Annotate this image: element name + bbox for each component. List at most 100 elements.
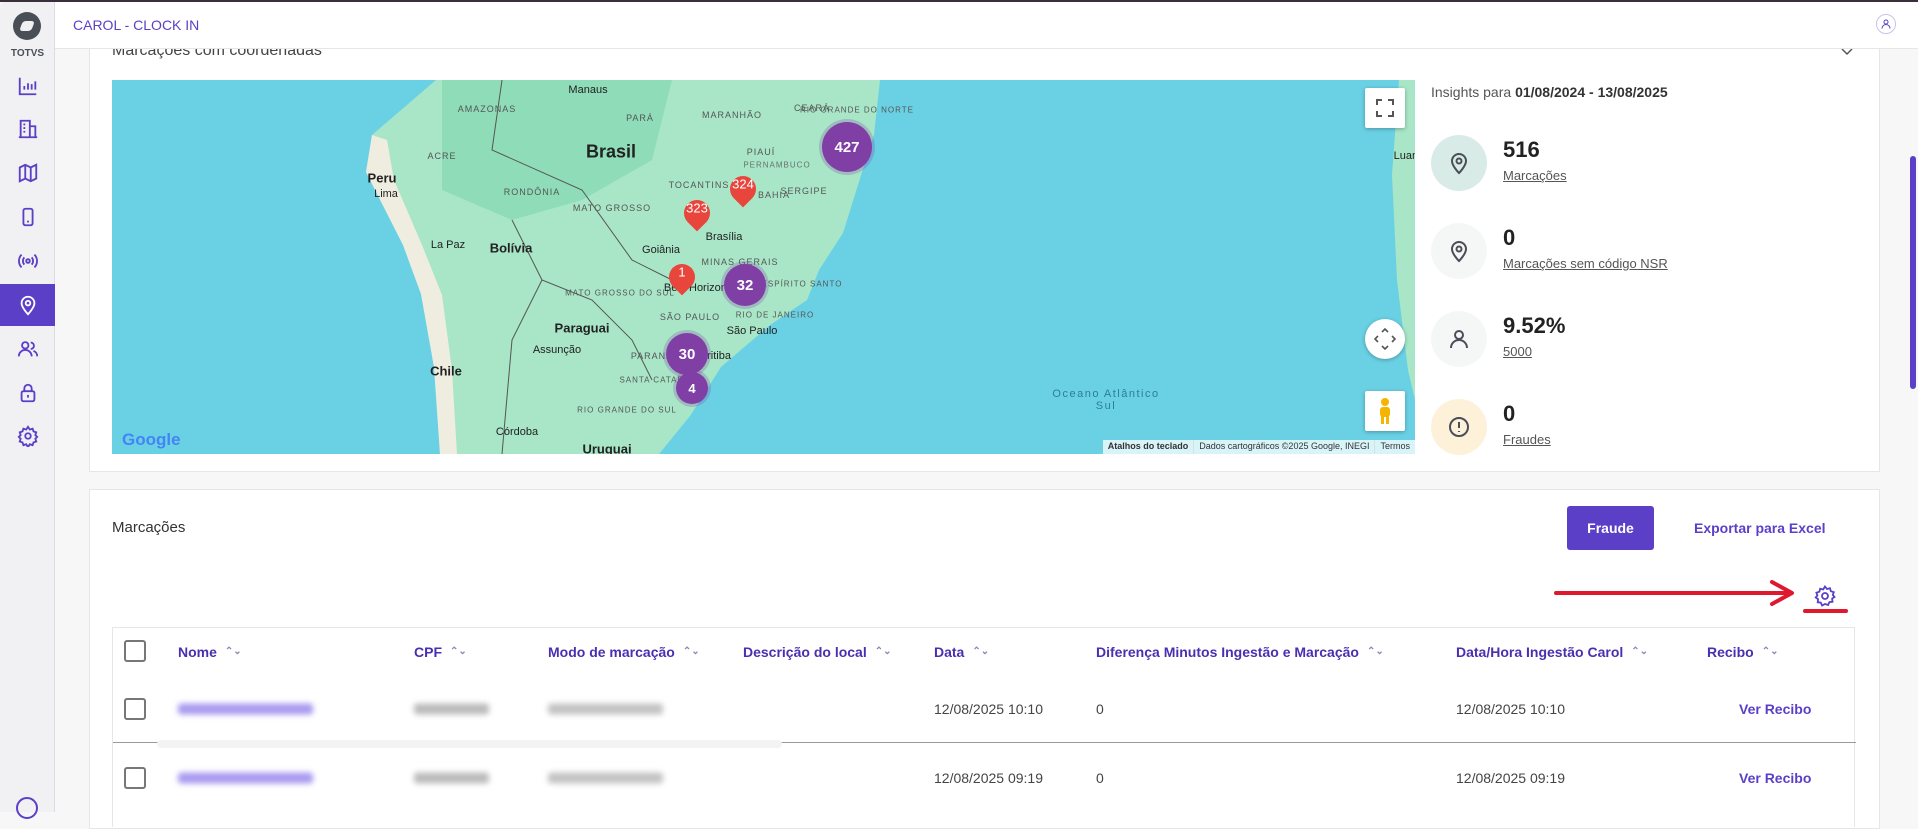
sidebar-item-devices[interactable] [0, 196, 55, 238]
map-label: São Paulo [726, 325, 778, 337]
map-cluster[interactable]: 32 [724, 264, 766, 306]
map-label: MATO GROSSO DO SUL [565, 288, 675, 298]
broadcast-icon [17, 253, 38, 269]
map-label: Brasil [585, 141, 637, 162]
camera-control-button[interactable] [1365, 319, 1405, 359]
map-label: RONDÔNIA [503, 187, 561, 197]
sidebar-item-dashboard[interactable] [0, 65, 55, 107]
sidebar-item-settings[interactable] [0, 415, 55, 457]
sidebar-item-signal[interactable] [0, 240, 55, 282]
map-label: SERGIPE [780, 186, 828, 196]
building-icon [18, 119, 37, 139]
column-header-diferenca[interactable]: Diferença Minutos Ingestão e Marcação ⌃⌄ [1096, 628, 1384, 675]
insight-icon-circle [1431, 135, 1487, 191]
sort-icon: ⌃⌄ [874, 646, 892, 657]
marcacoes-title: Marcações [112, 519, 186, 536]
map-label: Chile [430, 363, 462, 379]
pegman-icon [1380, 398, 1390, 424]
export-excel-button[interactable]: Exportar para Excel [1680, 506, 1840, 550]
table-settings-gear-icon[interactable] [1813, 584, 1837, 608]
insight-link[interactable]: 5000 [1503, 344, 1532, 359]
cell-data: 12/08/2025 09:19 [934, 770, 1043, 786]
map-cluster[interactable]: 4 [676, 372, 708, 404]
blurred-name[interactable] [178, 703, 313, 715]
ver-recibo-link[interactable]: Ver Recibo [1739, 701, 1811, 717]
column-header-nome[interactable]: Nome ⌃⌄ [178, 628, 242, 675]
cell-ingestao: 12/08/2025 10:10 [1456, 701, 1565, 717]
sidebar-item-map[interactable] [0, 152, 55, 194]
fullscreen-button[interactable] [1365, 88, 1405, 128]
move-arrows-icon [1374, 328, 1396, 350]
location-pin-icon [1450, 153, 1468, 175]
select-all-checkbox[interactable] [124, 640, 146, 662]
blurred-cpf [414, 703, 489, 715]
sort-icon: ⌃⌄ [1631, 646, 1649, 657]
row-checkbox[interactable] [124, 767, 146, 789]
insight-value: 9.52% [1503, 313, 1566, 338]
map-label: PARÁ [626, 113, 654, 123]
insight-link[interactable]: Marcações [1503, 168, 1567, 183]
sort-icon: ⌃⌄ [224, 646, 242, 657]
sort-icon: ⌃⌄ [450, 646, 467, 657]
column-header-ingestao[interactable]: Data/Hora Ingestão Carol ⌃⌄ [1456, 628, 1648, 675]
column-header-descricao[interactable]: Descrição do local ⌃⌄ [743, 628, 891, 675]
insight-link[interactable]: Fraudes [1503, 432, 1551, 447]
column-label: Data/Hora Ingestão Carol [1456, 643, 1624, 660]
insight-icon-circle [1431, 311, 1487, 367]
map-label: Paraguai [554, 320, 610, 336]
column-label: Modo de marcação [548, 643, 675, 660]
page-scrollbar[interactable] [1910, 156, 1916, 389]
column-header-modo[interactable]: Modo de marcação ⌃⌄ [548, 628, 700, 675]
map-cluster[interactable]: 427 [822, 122, 872, 172]
map-cluster[interactable]: 30 [666, 333, 708, 375]
ver-recibo-link[interactable]: Ver Recibo [1739, 770, 1811, 786]
insight-icon-circle [1431, 223, 1487, 279]
keyboard-shortcuts-link[interactable]: Atalhos do teclado [1103, 440, 1194, 454]
column-header-recibo[interactable]: Recibo ⌃⌄ [1707, 628, 1778, 675]
totvs-logo-icon[interactable] [13, 12, 41, 40]
map-label: Uruguai [582, 441, 632, 455]
marcacoes-table: Nome ⌃⌄ CPF ⌃⌄ Modo de marcação ⌃⌄ Descriçã… [112, 627, 1856, 827]
map[interactable]: Manaus AMAZONAS PARÁ MARANHÃO CEARÁ RIO … [112, 80, 1415, 454]
column-header-cpf[interactable]: CPF ⌃⌄ [414, 628, 467, 675]
sidebar-item-security[interactable] [0, 372, 55, 414]
sidebar-item-locations[interactable] [0, 284, 55, 326]
map-label: Manaus [568, 84, 608, 96]
column-header-data[interactable]: Data ⌃⌄ [934, 628, 989, 675]
cell-diferenca: 0 [1096, 701, 1104, 717]
column-label: Data [934, 643, 965, 660]
insight-value: 0 [1503, 225, 1516, 250]
cell-ingestao: 12/08/2025 09:19 [1456, 770, 1565, 786]
cell-data: 12/08/2025 10:10 [934, 701, 1043, 717]
sort-icon: ⌃⌄ [972, 646, 990, 657]
column-label: CPF [414, 643, 442, 660]
column-label: Nome [178, 643, 217, 660]
map-label: RIO GRANDE DO SUL [577, 405, 677, 415]
map-label: Bolívia [489, 240, 533, 256]
map-label: Peru [367, 170, 397, 186]
map-label: Brasília [705, 231, 743, 243]
insight-sem-nsr: 0 Marcações sem código NSR [1431, 223, 1851, 283]
map-label: Luanda [1393, 150, 1415, 162]
blurred-name[interactable] [178, 772, 313, 784]
map-label: MARANHÃO [701, 110, 763, 120]
column-label: Descrição do local [743, 643, 867, 660]
map-label: MATO GROSSO [572, 203, 652, 213]
insight-percentage: 9.52% 5000 [1431, 311, 1851, 371]
street-view-pegman[interactable] [1365, 391, 1405, 431]
expand-sidebar-button[interactable] [16, 797, 38, 819]
user-avatar[interactable] [1876, 14, 1896, 34]
sidebar-item-users[interactable] [0, 328, 55, 370]
insights-title: Insights para 01/08/2024 - 13/08/2025 [1431, 84, 1668, 100]
map-label: RIO GRANDE DO NORTE [800, 105, 914, 115]
sort-icon: ⌃⌄ [1366, 646, 1384, 657]
insight-icon-circle [1431, 399, 1487, 455]
blurred-modo [548, 772, 663, 784]
fraude-button[interactable]: Fraude [1567, 506, 1654, 550]
sidebar-item-companies[interactable] [0, 108, 55, 150]
insight-link[interactable]: Marcações sem código NSR [1503, 256, 1668, 271]
row-checkbox[interactable] [124, 698, 146, 720]
users-icon [17, 341, 38, 357]
location-pin-icon [1450, 241, 1468, 263]
terms-link[interactable]: Termos [1374, 440, 1415, 454]
